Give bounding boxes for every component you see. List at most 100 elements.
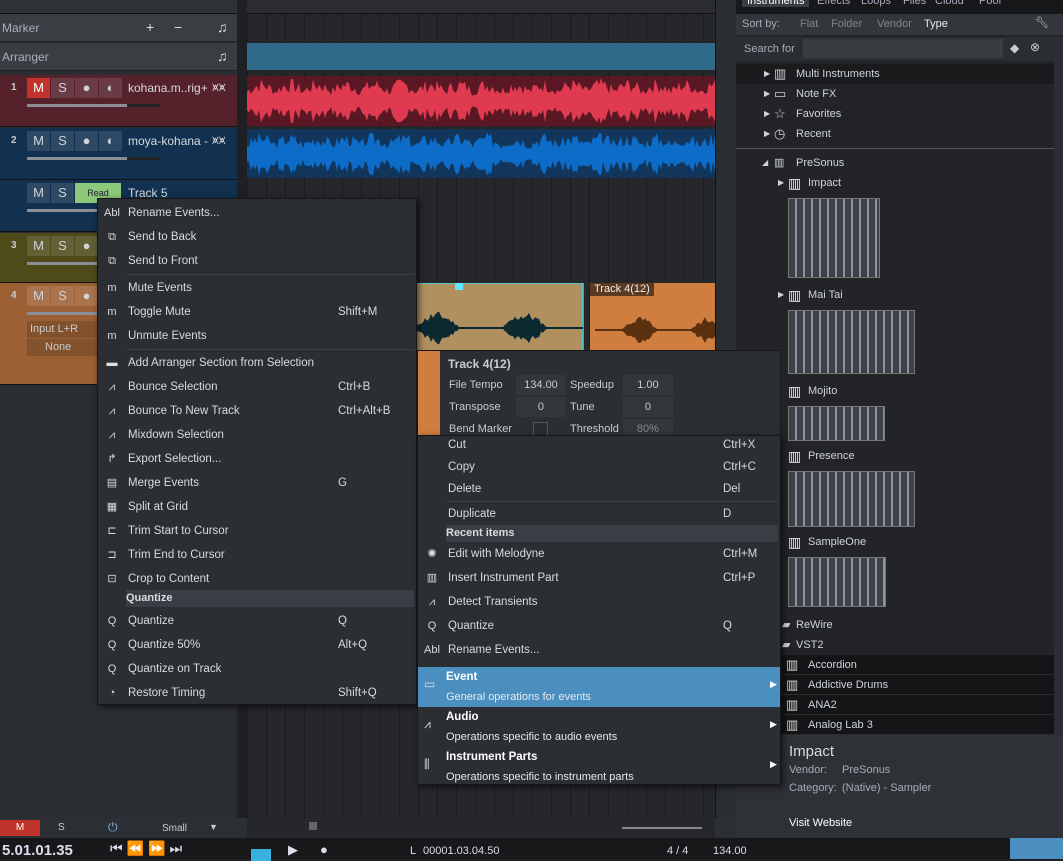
browser-instrument[interactable]: ▥ SampleOne [736,532,1054,552]
browser-instrument[interactable]: ▥ Addictive Drums [736,675,1054,695]
menu-item-rename-events[interactable]: Abl Rename Events... [418,639,780,661]
browser-instrument[interactable]: ▥ ANA2 [736,695,1054,715]
menu-item-bounce-to-new-track[interactable]: ⩘ Bounce To New Track Ctrl+Alt+B [98,399,416,423]
expand-arrow-icon[interactable]: ▶ [764,84,770,104]
menu-item-quantize-on-track[interactable]: Q Quantize on Track [98,657,416,681]
instrument-thumbnail[interactable] [788,471,915,527]
browser-instrument[interactable]: ▥ Analog Lab 3 [736,715,1054,735]
browser-instrument[interactable]: ▥ Accordion [736,655,1054,675]
sort-flat[interactable]: Flat [800,18,818,30]
mute-button[interactable]: M [27,78,50,98]
expand-arrow-icon[interactable]: ▶ [764,64,770,84]
instrument-thumbnail[interactable] [788,198,880,278]
tab-cloud[interactable]: Cloud [930,0,969,7]
tab-loops[interactable]: Loops [856,0,896,7]
browser-folder[interactable]: ▰ ReWire [736,615,1054,635]
tempo[interactable]: 134.00 [713,845,747,857]
menu-item-cut[interactable]: Cut Ctrl+X [418,434,780,456]
record-arm-icon[interactable]: ● [75,286,98,306]
menu-item-copy[interactable]: Copy Ctrl+C [418,456,780,478]
tab-files[interactable]: Files [898,0,931,7]
panel-button[interactable] [1010,838,1063,859]
track-name[interactable]: moya-kohana - [128,134,208,148]
transport-controls[interactable]: ⏮⏪⏩⏭ [110,840,186,857]
zoom-slider[interactable] [622,827,702,829]
tab-effects[interactable]: Effects [812,0,855,7]
expand-arrow-icon[interactable]: ▶ [764,124,770,144]
browser-scrollbar[interactable] [1054,60,1063,735]
clear-search-icon[interactable]: ⊗ [1030,40,1040,54]
sort-vendor[interactable]: Vendor [877,18,912,30]
track4-events[interactable] [415,283,715,351]
menu-item-delete[interactable]: Delete Del [418,478,780,500]
menu-item-quantize-50[interactable]: Q Quantize 50% Alt+Q [98,633,416,657]
browser-folder[interactable]: ▶ ◷ Recent [736,124,1054,144]
sort-type[interactable]: Type [924,18,948,30]
global-mute-button[interactable]: M [0,820,40,836]
vendor-presonus[interactable]: ◢ ▥ PreSonus [736,153,1054,173]
arranger-section[interactable] [247,43,715,70]
browser-folder[interactable]: ▰ VST2 [736,635,1054,655]
scroll-thumb[interactable] [309,822,317,830]
menu-item-export-selection[interactable]: ↱ Export Selection... [98,447,416,471]
menu-item-unmute-events[interactable]: m Unmute Events [98,324,416,348]
menu-item-toggle-mute[interactable]: m Toggle Mute Shift+M [98,300,416,324]
menu-item-mixdown-selection[interactable]: ⩘ Mixdown Selection [98,423,416,447]
solo-button[interactable]: S [51,286,74,306]
instrument-thumbnail[interactable] [788,557,886,607]
submenu-event[interactable]: ▭ Event General operations for events ▶ [418,667,780,707]
remove-marker-icon[interactable]: − [174,19,182,35]
menu-item-detect-transients[interactable]: ⩘ Detect Transients [418,591,780,613]
input-select[interactable]: Input L+R [27,321,97,338]
instrument-thumbnail[interactable] [788,310,915,374]
expand-arrow-icon[interactable]: ▶ [778,173,784,193]
monitor-icon[interactable]: ◐ [99,78,122,98]
browser-instrument[interactable]: ▶ ▥ Impact [736,173,1054,193]
power-icon[interactable]: ⏻ [108,820,118,835]
music-note-icon[interactable]: ♫ [217,19,228,35]
sort-folder[interactable]: Folder [831,18,862,30]
volume-fader[interactable] [27,104,160,107]
loop-button[interactable] [251,849,271,861]
transpose-field[interactable]: 0 [515,397,566,417]
search-input[interactable] [803,39,1003,58]
submenu-instrument-parts[interactable]: ⫼ Instrument Parts Operations specific to … [418,747,780,787]
browser-instrument[interactable]: ▶ ▥ Mai Tai [736,285,1054,305]
mute-button[interactable]: M [27,236,50,256]
menu-item-mute-events[interactable]: m Mute Events [98,276,416,300]
solo-button[interactable]: S [51,183,74,203]
monitor-icon[interactable]: ◐ [99,131,122,151]
tab-instruments[interactable]: Instruments [742,0,810,7]
menu-item-add-arranger-section-from-selection[interactable]: ▬ Add Arranger Section from Selection [98,351,416,375]
mute-button[interactable]: M [27,286,50,306]
menu-item-bounce-selection[interactable]: ⩘ Bounce Selection Ctrl+B [98,375,416,399]
track-size-select[interactable]: Small [162,823,187,834]
add-marker-icon[interactable]: + [146,19,154,35]
solo-button[interactable]: S [51,236,74,256]
play-icon[interactable]: ▶ [288,842,298,858]
browser-instrument[interactable]: ▥ Presence [736,446,1054,466]
menu-item-insert-instrument-part[interactable]: ▥ Insert Instrument Part Ctrl+P [418,567,780,589]
submenu-audio[interactable]: ⩘ Audio Operations specific to audio event… [418,707,780,747]
menu-item-trim-end-to-cursor[interactable]: ⊐ Trim End to Cursor [98,543,416,567]
mute-button[interactable]: M [27,183,50,203]
record-arm-icon[interactable]: ● [75,131,98,151]
output-select[interactable]: None [27,339,97,356]
music-note-icon[interactable]: ♫ [217,48,228,64]
wrench-icon[interactable]: 🔧︎ [1035,16,1049,29]
track-name[interactable]: kohana.m..rig+ [128,81,208,95]
browser-instrument[interactable]: ▥ Mojito [736,381,1054,401]
menu-item-send-to-back[interactable]: ⧉ Send to Back [98,225,416,249]
loop-left-value[interactable]: 00001.03.04.50 [423,845,499,857]
track-header[interactable]: 1 M S ● ◐ kohana.m..rig+ ⩙⩙ [0,75,237,127]
menu-item-merge-events[interactable]: ▤ Merge Events G [98,471,416,495]
menu-item-send-to-front[interactable]: ⧉ Send to Front [98,249,416,273]
solo-button[interactable]: S [51,78,74,98]
solo-button[interactable]: S [51,131,74,151]
browser-folder[interactable]: ▶ ▥ Multi Instruments [736,64,1054,84]
tag-icon[interactable]: ◆ [1010,41,1019,55]
menu-item-trim-start-to-cursor[interactable]: ⊏ Trim Start to Cursor [98,519,416,543]
menu-item-duplicate[interactable]: Duplicate D [418,503,780,525]
expand-arrow-icon[interactable]: ▶ [778,285,784,305]
menu-item-quantize[interactable]: Q Quantize Q [418,615,780,637]
